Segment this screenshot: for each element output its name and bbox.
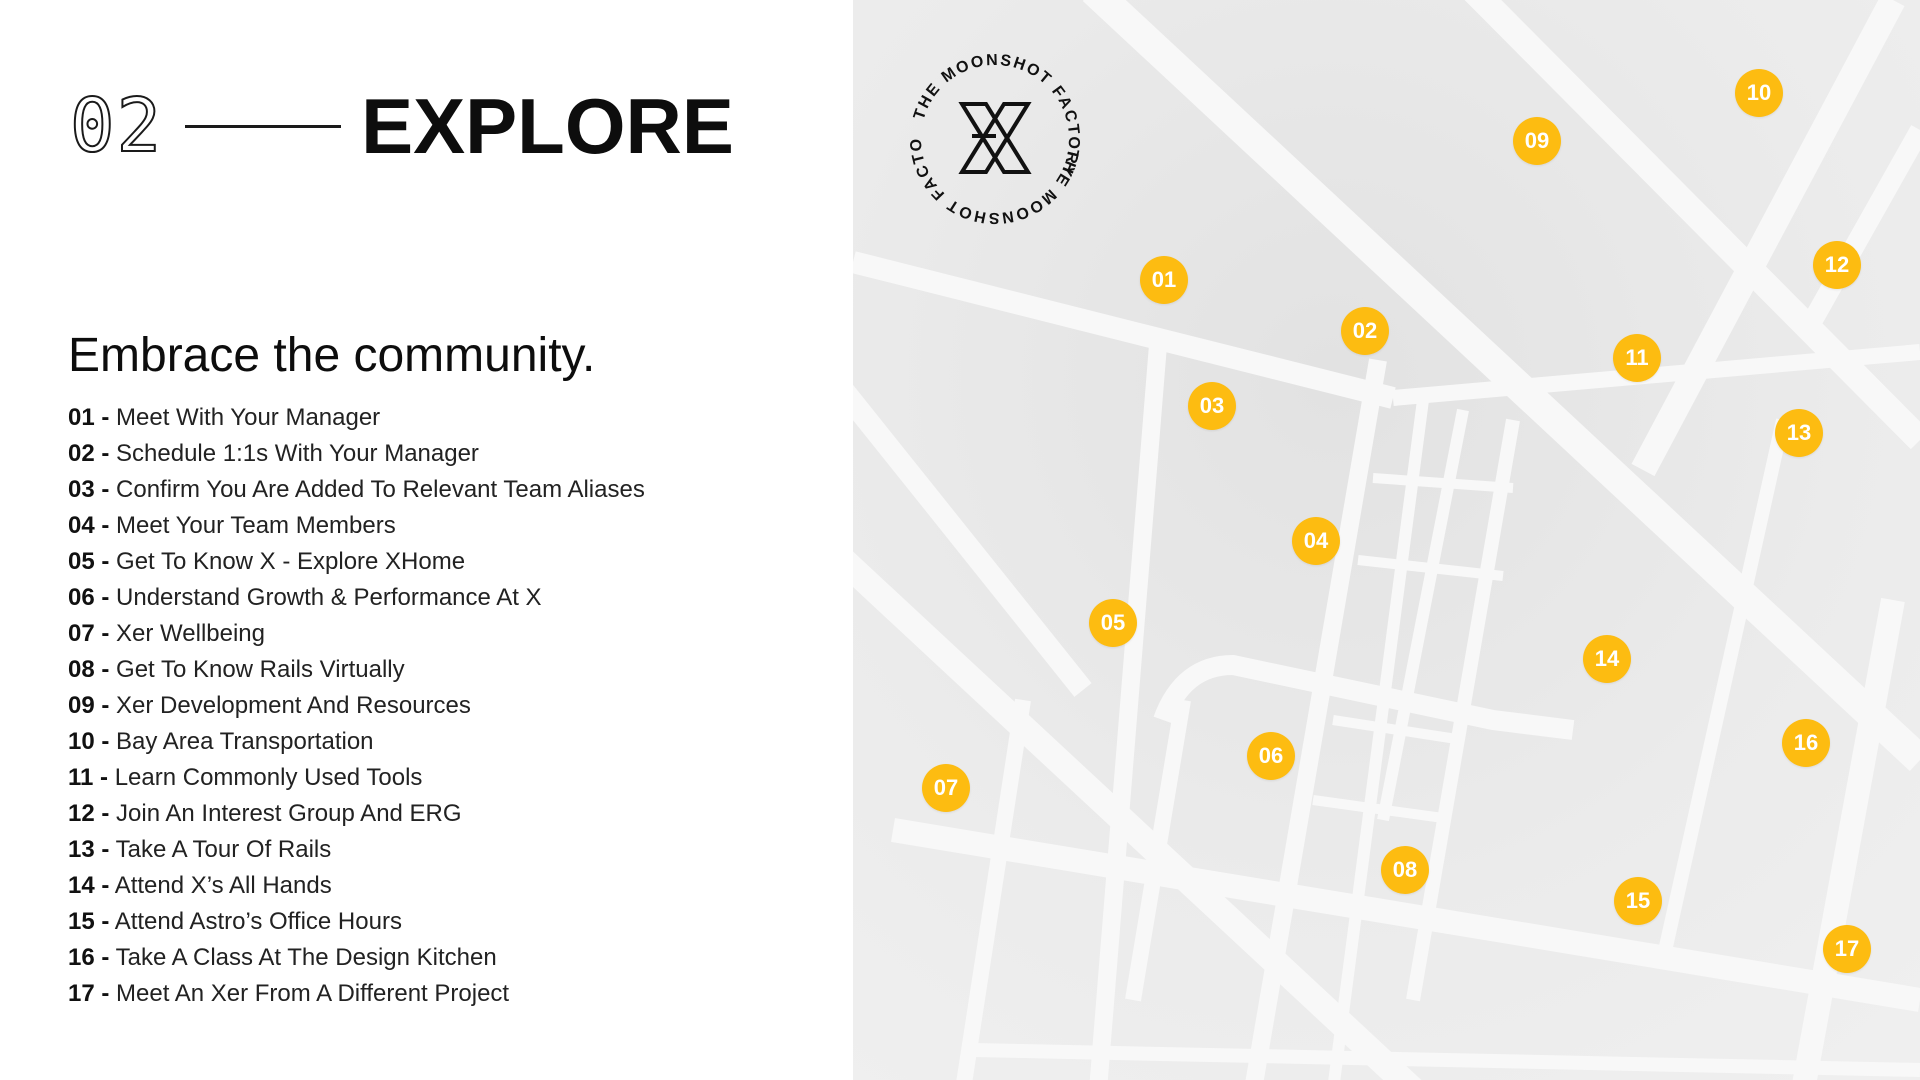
map-pin[interactable]: 16 bbox=[1782, 719, 1830, 767]
map-pin[interactable]: 10 bbox=[1735, 69, 1783, 117]
item-number: 08 - bbox=[68, 656, 110, 683]
checklist-item: 01 - Meet With Your Manager bbox=[68, 400, 645, 436]
item-label: Xer Development And Resources bbox=[116, 692, 471, 719]
onboarding-checklist: 01 - Meet With Your Manager 02 - Schedul… bbox=[68, 400, 645, 1012]
left-panel: 02 EXPLORE Embrace the community. 01 - M… bbox=[0, 0, 853, 1080]
map-pin[interactable]: 11 bbox=[1613, 334, 1661, 382]
checklist-item: 03 - Confirm You Are Added To Relevant T… bbox=[68, 472, 645, 508]
item-number: 16 - bbox=[68, 944, 110, 971]
checklist-item: 09 - Xer Development And Resources bbox=[68, 688, 645, 724]
item-number: 01 - bbox=[68, 404, 110, 431]
item-label: Join An Interest Group And ERG bbox=[116, 800, 462, 827]
item-label: Take A Class At The Design Kitchen bbox=[115, 944, 497, 971]
checklist-item: 14 - Attend X’s All Hands bbox=[68, 868, 645, 904]
item-label: Meet With Your Manager bbox=[116, 404, 381, 431]
item-label: Get To Know Rails Virtually bbox=[116, 656, 405, 683]
item-number: 10 - bbox=[68, 728, 110, 755]
checklist-item: 12 - Join An Interest Group And ERG bbox=[68, 796, 645, 832]
slide: 02 EXPLORE Embrace the community. 01 - M… bbox=[0, 0, 1920, 1080]
item-label: Schedule 1:1s With Your Manager bbox=[116, 440, 479, 467]
item-number: 09 - bbox=[68, 692, 110, 719]
checklist-item: 11 - Learn Commonly Used Tools bbox=[68, 760, 645, 796]
section-header: 02 EXPLORE bbox=[69, 78, 734, 174]
item-label: Attend Astro’s Office Hours bbox=[114, 908, 402, 935]
item-number: 03 - bbox=[68, 476, 110, 503]
map-pin[interactable]: 09 bbox=[1513, 117, 1561, 165]
item-label: Meet An Xer From A Different Project bbox=[116, 980, 510, 1007]
item-number: 14 - bbox=[68, 872, 110, 899]
map-pin[interactable]: 04 bbox=[1292, 517, 1340, 565]
page-subtitle: Embrace the community. bbox=[68, 329, 596, 382]
item-label: Understand Growth & Performance At X bbox=[116, 584, 542, 611]
item-number: 15 - bbox=[68, 908, 110, 935]
item-label: Confirm You Are Added To Relevant Team A… bbox=[116, 476, 645, 503]
checklist-item: 16 - Take A Class At The Design Kitchen bbox=[68, 940, 645, 976]
item-number: 17 - bbox=[68, 980, 110, 1007]
item-label: Meet Your Team Members bbox=[116, 512, 396, 539]
x-logo-icon bbox=[958, 102, 1032, 174]
checklist-item: 07 - Xer Wellbeing bbox=[68, 616, 645, 652]
moonshot-factory-badge: THE MOONSHOT FACTORY THE MOONSHOT FACTOR… bbox=[900, 44, 1080, 226]
item-number: 04 - bbox=[68, 512, 110, 539]
checklist-item: 13 - Take A Tour Of Rails bbox=[68, 832, 645, 868]
map-pin[interactable]: 17 bbox=[1823, 925, 1871, 973]
map-pin[interactable]: 05 bbox=[1089, 599, 1137, 647]
section-divider-line bbox=[185, 124, 342, 128]
item-label: Learn Commonly Used Tools bbox=[114, 764, 423, 791]
item-label: Xer Wellbeing bbox=[116, 620, 265, 647]
item-label: Take A Tour Of Rails bbox=[115, 836, 332, 863]
checklist-item: 10 - Bay Area Transportation bbox=[68, 724, 645, 760]
checklist-item: 17 - Meet An Xer From A Different Projec… bbox=[68, 976, 645, 1012]
item-number: 02 - bbox=[68, 440, 110, 467]
item-number: 13 - bbox=[68, 836, 110, 863]
item-number: 07 - bbox=[68, 620, 110, 647]
map-pin[interactable]: 15 bbox=[1614, 877, 1662, 925]
item-number: 05 - bbox=[68, 548, 110, 575]
map-pin[interactable]: 06 bbox=[1247, 732, 1295, 780]
map-pin[interactable]: 12 bbox=[1813, 241, 1861, 289]
map-pin[interactable]: 13 bbox=[1775, 409, 1823, 457]
checklist-item: 04 - Meet Your Team Members bbox=[68, 508, 645, 544]
map-pin[interactable]: 07 bbox=[922, 764, 970, 812]
item-number: 06 - bbox=[68, 584, 110, 611]
item-number: 11 - bbox=[68, 764, 109, 791]
section-title: EXPLORE bbox=[361, 82, 734, 170]
item-number: 12 - bbox=[68, 800, 110, 827]
checklist-item: 08 - Get To Know Rails Virtually bbox=[68, 652, 645, 688]
section-number: 02 bbox=[69, 83, 164, 169]
checklist-item: 02 - Schedule 1:1s With Your Manager bbox=[68, 436, 645, 472]
checklist-item: 05 - Get To Know X - Explore XHome bbox=[68, 544, 645, 580]
checklist-item: 15 - Attend Astro’s Office Hours bbox=[68, 904, 645, 940]
map-pin[interactable]: 08 bbox=[1381, 846, 1429, 894]
item-label: Attend X’s All Hands bbox=[114, 872, 332, 899]
item-label: Get To Know X - Explore XHome bbox=[116, 548, 466, 575]
map-pin[interactable]: 01 bbox=[1140, 256, 1188, 304]
checklist-item: 06 - Understand Growth & Performance At … bbox=[68, 580, 645, 616]
item-label: Bay Area Transportation bbox=[116, 728, 374, 755]
map-pin[interactable]: 02 bbox=[1341, 307, 1389, 355]
map-pin[interactable]: 03 bbox=[1188, 382, 1236, 430]
map-pin[interactable]: 14 bbox=[1583, 635, 1631, 683]
